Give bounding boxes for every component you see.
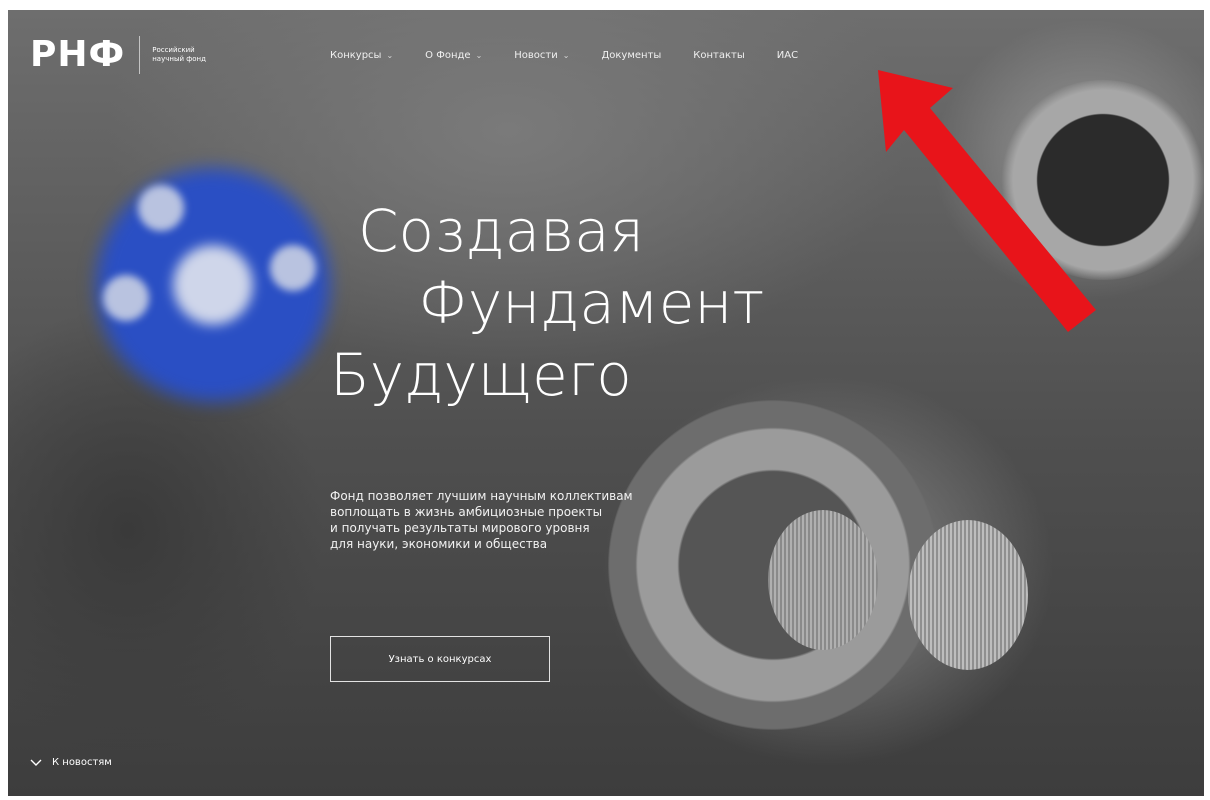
lab-knob-image	[768, 510, 878, 650]
gear-hole-decoration	[270, 245, 316, 291]
hero-description: Фонд позволяет лучшим научным коллектива…	[330, 488, 710, 552]
gear-hole-decoration	[103, 275, 149, 321]
lab-knob-image	[908, 520, 1028, 670]
learn-about-contests-button[interactable]: Узнать о конкурсах	[330, 636, 550, 682]
nav-item-label: ИАС	[776, 50, 799, 61]
chevron-down-icon: ⌄	[562, 51, 570, 60]
hero-description-line: Фонд позволяет лучшим научным коллектива…	[330, 489, 633, 503]
logo-divider	[139, 36, 141, 74]
chevron-down-icon: ⌄	[475, 51, 483, 60]
logo-text: Российский научный фонд	[152, 46, 206, 63]
chevron-down-icon: ⌄	[386, 51, 394, 60]
nav-item-ias[interactable]: ИАС	[777, 50, 798, 61]
hero-section: РНФ Российский научный фонд Конкурсы ⌄ О…	[8, 10, 1204, 796]
hero-description-line: воплощать в жизнь амбициозные проекты	[330, 505, 603, 519]
hero-title-line: Фундамент	[418, 269, 765, 337]
chevron-down-icon	[30, 759, 42, 766]
nav-item-kontakty[interactable]: Контакты	[693, 50, 744, 61]
hero-title: Создавая Фундамент Будущего	[330, 195, 764, 411]
hero-title-line: Будущего	[330, 341, 632, 409]
nav-item-novosti[interactable]: Новости ⌄	[514, 50, 569, 61]
hero-description-line: для науки, экономики и общества	[330, 537, 548, 551]
nav-item-label: Новости	[514, 50, 558, 61]
nav-item-o-fonde[interactable]: О Фонде ⌄	[425, 50, 482, 61]
nav-item-label: Контакты	[693, 50, 745, 61]
gear-hole-decoration	[138, 185, 184, 231]
to-news-link[interactable]: К новостям	[30, 756, 112, 768]
hero-title-line: Создавая	[358, 197, 645, 265]
nav-item-label: Конкурсы	[330, 50, 382, 61]
nav-item-label: О Фонде	[425, 50, 471, 61]
logo-mark: РНФ	[30, 34, 126, 75]
nav-item-label: Документы	[601, 50, 662, 61]
main-nav: Конкурсы ⌄ О Фонде ⌄ Новости ⌄ Документы…	[330, 50, 830, 61]
nav-item-dokumenty[interactable]: Документы	[601, 50, 661, 61]
hero-description-line: и получать результаты мирового уровня	[330, 521, 590, 535]
site-logo[interactable]: РНФ Российский научный фонд	[30, 36, 222, 74]
red-annotation-arrow-icon	[878, 70, 1096, 332]
nav-item-konkursy[interactable]: Конкурсы ⌄	[330, 50, 393, 61]
to-news-label: К новостям	[52, 756, 112, 768]
